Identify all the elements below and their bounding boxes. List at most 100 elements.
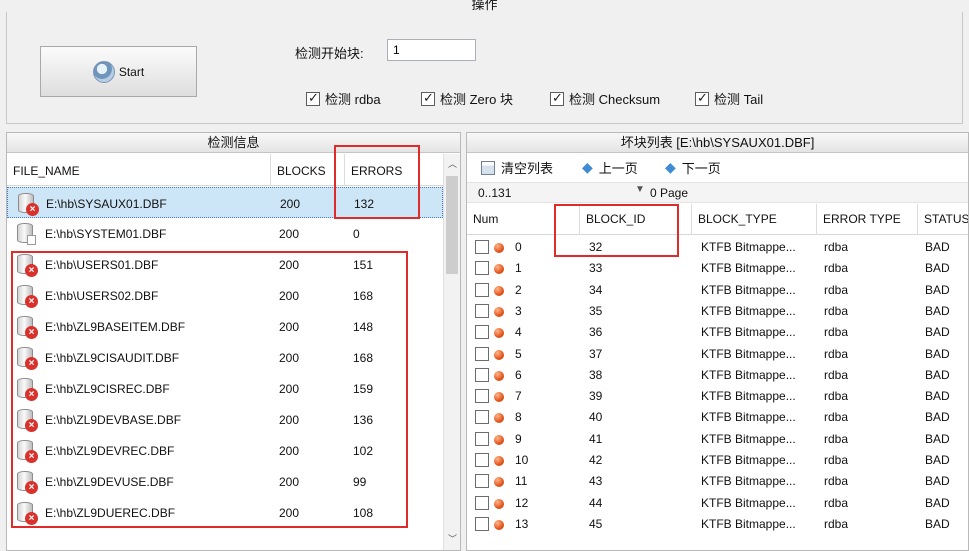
block-type-cell: KTFB Bitmappe...	[701, 261, 796, 276]
page-range-select[interactable]: 0..131	[478, 186, 511, 200]
column-header-status[interactable]: STATUS	[918, 204, 968, 235]
next-page-button[interactable]: ◆ 下一页	[665, 158, 721, 177]
check-rdba-checkbox[interactable]: 检测 rdba	[306, 89, 381, 108]
error-dot-icon	[494, 349, 504, 360]
errors-cell: 159	[353, 382, 374, 396]
database-error-icon: ×	[15, 470, 38, 494]
prev-page-button[interactable]: ◆ 上一页	[582, 158, 638, 177]
blocks-cell: 200	[279, 475, 300, 489]
status-cell: BAD	[925, 474, 950, 489]
block-row[interactable]: 5 37 KTFB Bitmappe... rdba BAD	[467, 344, 968, 365]
block-row[interactable]: 3 35 KTFB Bitmappe... rdba BAD	[467, 301, 968, 322]
row-checkbox[interactable]	[475, 495, 489, 510]
file-row[interactable]: × E:\hb\ZL9DEVUSE.DBF 200 99	[7, 466, 443, 497]
file-row[interactable]: × E:\hb\ZL9DEVREC.DBF 200 102	[7, 435, 443, 466]
block-type-cell: KTFB Bitmappe...	[701, 410, 796, 425]
row-checkbox[interactable]	[475, 303, 489, 318]
block-row[interactable]: 1 33 KTFB Bitmappe... rdba BAD	[467, 258, 968, 279]
blocks-cell: 200	[279, 289, 300, 303]
database-error-icon: ×	[15, 501, 38, 525]
block-id-cell: 40	[589, 410, 603, 425]
row-checkbox[interactable]	[475, 325, 489, 340]
column-header-block-id[interactable]: BLOCK_ID	[580, 204, 692, 235]
status-cell: BAD	[925, 516, 950, 531]
block-row[interactable]: 9 41 KTFB Bitmappe... rdba BAD	[467, 429, 968, 450]
row-checkbox[interactable]	[475, 474, 489, 489]
bad-block-panel: 坏块列表 [E:\hb\SYSAUX01.DBF] 清空列表 ◆ 上一页 ◆ 下…	[466, 132, 969, 551]
start-block-label: 检测开始块:	[295, 46, 364, 61]
file-table-scrollbar[interactable]: ︿ ﹀	[443, 154, 460, 550]
scroll-up-icon[interactable]: ︿	[444, 156, 460, 173]
file-row[interactable]: × E:\hb\ZL9DEVBASE.DBF 200 136	[7, 404, 443, 435]
status-cell: BAD	[925, 240, 950, 254]
block-row[interactable]: 6 38 KTFB Bitmappe... rdba BAD	[467, 365, 968, 386]
file-row[interactable]: × E:\hb\ZL9CISAUDIT.DBF 200 168	[7, 342, 443, 373]
check-tail-label: 检测 Tail	[714, 92, 764, 107]
block-row[interactable]: 7 39 KTFB Bitmappe... rdba BAD	[467, 386, 968, 407]
status-cell: BAD	[925, 431, 950, 446]
errors-cell: 99	[353, 475, 367, 489]
block-row[interactable]: 11 43 KTFB Bitmappe... rdba BAD	[467, 471, 968, 492]
database-error-icon: ×	[15, 284, 38, 308]
block-id-cell: 37	[589, 346, 603, 361]
column-header-blocks[interactable]: BLOCKS	[271, 154, 345, 186]
error-type-cell: rdba	[824, 325, 849, 340]
chevron-down-icon[interactable]: ▼	[635, 184, 645, 195]
file-row[interactable]: × E:\hb\ZL9CISREC.DBF 200 159	[7, 373, 443, 404]
column-header-num[interactable]: Num	[467, 204, 580, 235]
clear-list-button[interactable]: 清空列表	[481, 158, 553, 177]
block-row[interactable]: 4 36 KTFB Bitmappe... rdba BAD	[467, 322, 968, 343]
file-row[interactable]: × E:\hb\USERS01.DBF 200 151	[7, 249, 443, 280]
file-name-cell: E:\hb\ZL9DEVBASE.DBF	[45, 413, 182, 427]
start-block-input[interactable]	[387, 39, 476, 61]
checkbox-checked-icon[interactable]	[306, 90, 320, 106]
file-row[interactable]: × E:\hb\ZL9DUEREC.DBF 200 108	[7, 497, 443, 528]
checkbox-checked-icon[interactable]	[550, 90, 564, 106]
row-checkbox[interactable]	[475, 261, 489, 276]
block-row[interactable]: 13 45 KTFB Bitmappe... rdba BAD	[467, 514, 968, 535]
start-button[interactable]: Start	[40, 46, 197, 97]
row-checkbox[interactable]	[475, 240, 489, 254]
file-name-cell: E:\hb\SYSTEM01.DBF	[45, 227, 167, 241]
block-row[interactable]: 0 32 KTFB Bitmappe... rdba BAD	[467, 237, 968, 258]
database-error-icon: ×	[15, 439, 38, 463]
checkbox-checked-icon[interactable]	[421, 90, 435, 106]
num-cell: 3	[515, 303, 522, 318]
file-row[interactable]: × E:\hb\SYSAUX01.DBF 200 132	[7, 187, 443, 218]
block-type-cell: KTFB Bitmappe...	[701, 367, 796, 382]
row-checkbox[interactable]	[475, 431, 489, 446]
check-tail-checkbox[interactable]: 检测 Tail	[695, 89, 763, 108]
clear-list-label: 清空列表	[501, 161, 554, 176]
block-row[interactable]: 10 42 KTFB Bitmappe... rdba BAD	[467, 450, 968, 471]
status-cell: BAD	[925, 367, 950, 382]
checkbox-checked-icon[interactable]	[695, 90, 709, 106]
row-checkbox[interactable]	[475, 410, 489, 425]
check-rdba-label: 检测 rdba	[325, 92, 381, 107]
row-checkbox[interactable]	[475, 346, 489, 361]
operations-panel: 操作 Start 检测开始块: 检测 rdba 检测 Zero 块 检测 Che…	[0, 0, 969, 128]
scroll-down-icon[interactable]: ﹀	[444, 531, 460, 548]
block-row[interactable]: 2 34 KTFB Bitmappe... rdba BAD	[467, 280, 968, 301]
block-id-cell: 42	[589, 453, 603, 467]
check-checksum-checkbox[interactable]: 检测 Checksum	[550, 89, 660, 108]
row-checkbox[interactable]	[475, 282, 489, 297]
scrollbar-thumb[interactable]	[446, 176, 458, 274]
row-checkbox[interactable]	[475, 367, 489, 382]
column-header-errors[interactable]: ERRORS	[345, 154, 443, 186]
check-zero-block-checkbox[interactable]: 检测 Zero 块	[421, 89, 513, 108]
file-name-cell: E:\hb\ZL9CISREC.DBF	[45, 382, 170, 396]
row-checkbox[interactable]	[475, 453, 489, 467]
file-row[interactable]: E:\hb\SYSTEM01.DBF 200 0	[7, 218, 443, 249]
block-row[interactable]: 12 44 KTFB Bitmappe... rdba BAD	[467, 493, 968, 514]
error-dot-icon	[494, 477, 504, 488]
row-checkbox[interactable]	[475, 516, 489, 531]
block-type-cell: KTFB Bitmappe...	[701, 516, 796, 531]
block-row[interactable]: 8 40 KTFB Bitmappe... rdba BAD	[467, 407, 968, 428]
error-dot-icon	[494, 285, 504, 296]
file-row[interactable]: × E:\hb\USERS02.DBF 200 168	[7, 280, 443, 311]
column-header-block-type[interactable]: BLOCK_TYPE	[692, 204, 817, 235]
column-header-file-name[interactable]: FILE_NAME	[7, 154, 271, 186]
row-checkbox[interactable]	[475, 389, 489, 404]
file-row[interactable]: × E:\hb\ZL9BASEITEM.DBF 200 148	[7, 311, 443, 342]
column-header-error-type[interactable]: ERROR TYPE	[817, 204, 918, 235]
